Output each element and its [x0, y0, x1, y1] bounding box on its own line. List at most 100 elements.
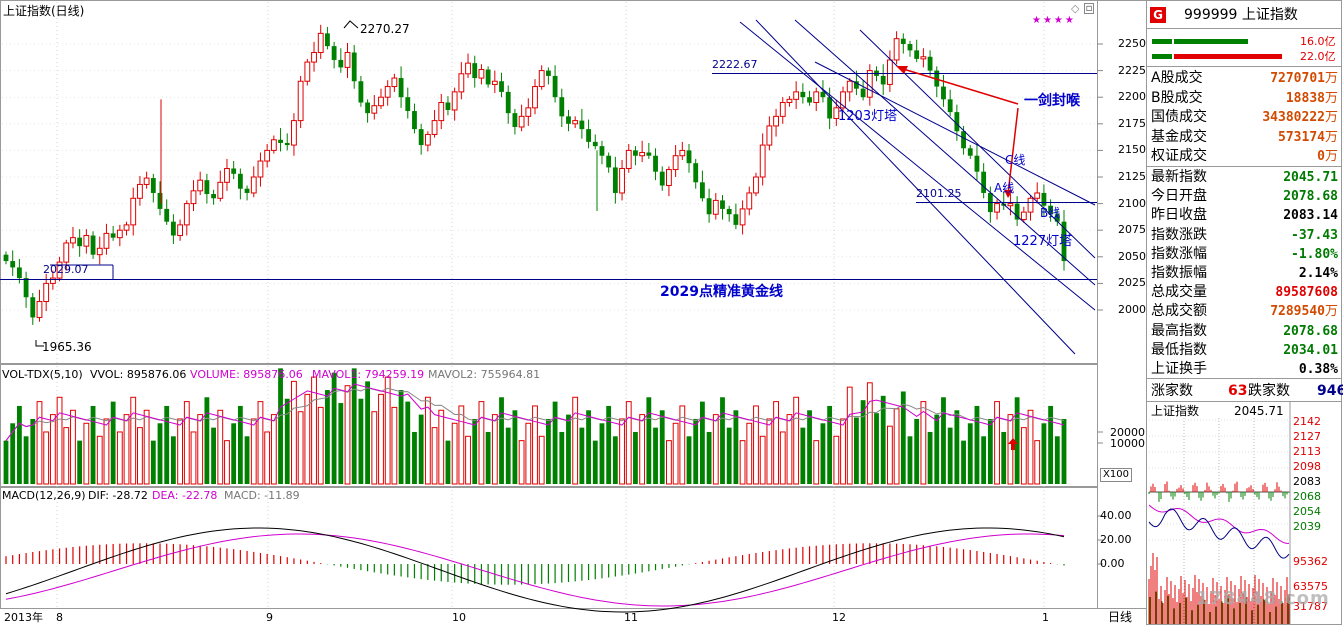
candle-up: [224, 167, 230, 183]
mini-axis-label: 2068: [1293, 490, 1321, 503]
candle-up: [994, 203, 1000, 213]
vol-bar-up: [1027, 409, 1034, 485]
vol-bar-down: [599, 423, 605, 484]
candle-down: [961, 131, 966, 149]
vol-bar-down: [485, 431, 491, 484]
vol-bar-down: [947, 427, 953, 484]
stat-label: 今日开盘: [1151, 188, 1207, 205]
candle-up: [257, 160, 264, 178]
vol-bar-down: [211, 427, 216, 484]
vol-indicator-name[interactable]: VOL-TDX(5,10): [2, 368, 83, 382]
trendline-e: [814, 61, 1096, 206]
candle-down: [566, 116, 571, 124]
candle-down: [653, 155, 658, 172]
candle-up: [43, 282, 50, 302]
stat-row: A股成交 7270701万: [1150, 69, 1340, 88]
vol-bar-up: [840, 418, 846, 485]
fall-value: 946: [1317, 383, 1343, 399]
vol-bar-down: [987, 418, 993, 484]
vol-bar-up: [712, 414, 719, 485]
candle-down: [693, 163, 699, 183]
vol-bar-down: [325, 390, 330, 484]
vol-bar-up: [438, 409, 445, 485]
candle-down: [612, 167, 618, 193]
vol-bar-up: [639, 414, 646, 485]
stat-label: 最新指数: [1151, 169, 1207, 185]
vol-bar-down: [800, 427, 806, 484]
candle-down: [358, 81, 364, 103]
vol-bar-up: [177, 418, 184, 485]
vol-mavol1: MAVOL1: 794259.19: [312, 368, 425, 381]
vol-bar-up: [143, 409, 150, 485]
candle-up: [572, 120, 579, 125]
stat-label: 上证换手: [1151, 361, 1207, 377]
candle-up: [378, 96, 384, 107]
candle-up: [773, 115, 779, 127]
candle-down: [331, 46, 337, 60]
vol-bar-up: [43, 431, 50, 485]
candle-up: [920, 56, 927, 60]
vol-bar-up: [451, 422, 458, 485]
candle-up: [666, 169, 672, 187]
candle-up: [1034, 192, 1041, 199]
candle-up: [70, 237, 76, 244]
macd-axis-0: 0.00: [1100, 557, 1125, 570]
vol-bar-up: [96, 435, 103, 485]
date-label-oct: 10: [452, 611, 466, 624]
candle-down: [1041, 192, 1047, 206]
vol-bar-down: [914, 418, 920, 484]
candle-up: [217, 181, 224, 199]
stat-label: A股成交: [1151, 70, 1203, 86]
stat-value: 18838万: [1285, 90, 1338, 106]
candle-up: [813, 91, 820, 104]
candle-down: [686, 150, 692, 164]
date-label-jan: 1: [1042, 611, 1049, 624]
price-axis-label: 2125: [1118, 170, 1146, 183]
vol-bar-down: [412, 431, 417, 484]
candle-down: [244, 188, 250, 193]
candle-down: [77, 237, 83, 247]
vol-bar-down: [586, 410, 591, 484]
vol-bar-up: [572, 396, 579, 485]
candle-up: [793, 91, 800, 100]
vol-bar-down: [927, 431, 933, 484]
stat-value: -37.43: [1291, 227, 1338, 243]
period-tab[interactable]: 日线: [1108, 610, 1132, 624]
candle-up: [49, 277, 56, 284]
candle-down: [231, 168, 237, 174]
price-axis-label: 2025: [1118, 276, 1146, 290]
vol-bar-down: [566, 414, 571, 484]
vol-bar-down: [941, 397, 946, 484]
collapse-icon[interactable]: ◇: [1071, 2, 1079, 16]
candle-down: [900, 38, 906, 44]
price-axis-label: 2250: [1118, 37, 1146, 50]
stat-value: 0万: [1317, 149, 1338, 165]
candle-down: [237, 173, 243, 189]
candle-up: [458, 73, 465, 93]
candle-down: [338, 59, 344, 68]
stat-label: 基金成交: [1151, 128, 1207, 145]
macd-indicator-name[interactable]: MACD(12,26,9): [2, 489, 86, 503]
rise-value: 63: [1228, 383, 1248, 399]
vol-bar-up: [183, 401, 190, 485]
candle-down: [398, 78, 404, 98]
candle-up: [137, 183, 143, 199]
candle-up: [297, 80, 304, 122]
stat-value: 2034.01: [1283, 342, 1338, 358]
vol-axis-10000: 10000: [1110, 437, 1145, 450]
date-label-nov: 11: [624, 611, 638, 624]
candle-up: [639, 152, 646, 157]
candle-up: [538, 70, 545, 88]
star-markers: ★★★★: [1032, 15, 1076, 26]
stat-row: 最新指数 2045.71: [1150, 168, 1340, 187]
candle-down: [726, 208, 732, 215]
close-icon[interactable]: ▫: [1084, 3, 1094, 14]
vol-bar-down: [706, 431, 712, 484]
stat-label: 权证成交: [1151, 148, 1207, 165]
vol-bar-up: [813, 440, 820, 485]
macd-axis-40: 40.00: [1100, 509, 1132, 522]
vol-bar-down: [699, 401, 705, 484]
vol-bar-down: [418, 414, 424, 484]
candle-down: [720, 200, 725, 209]
candle-down: [284, 142, 290, 146]
